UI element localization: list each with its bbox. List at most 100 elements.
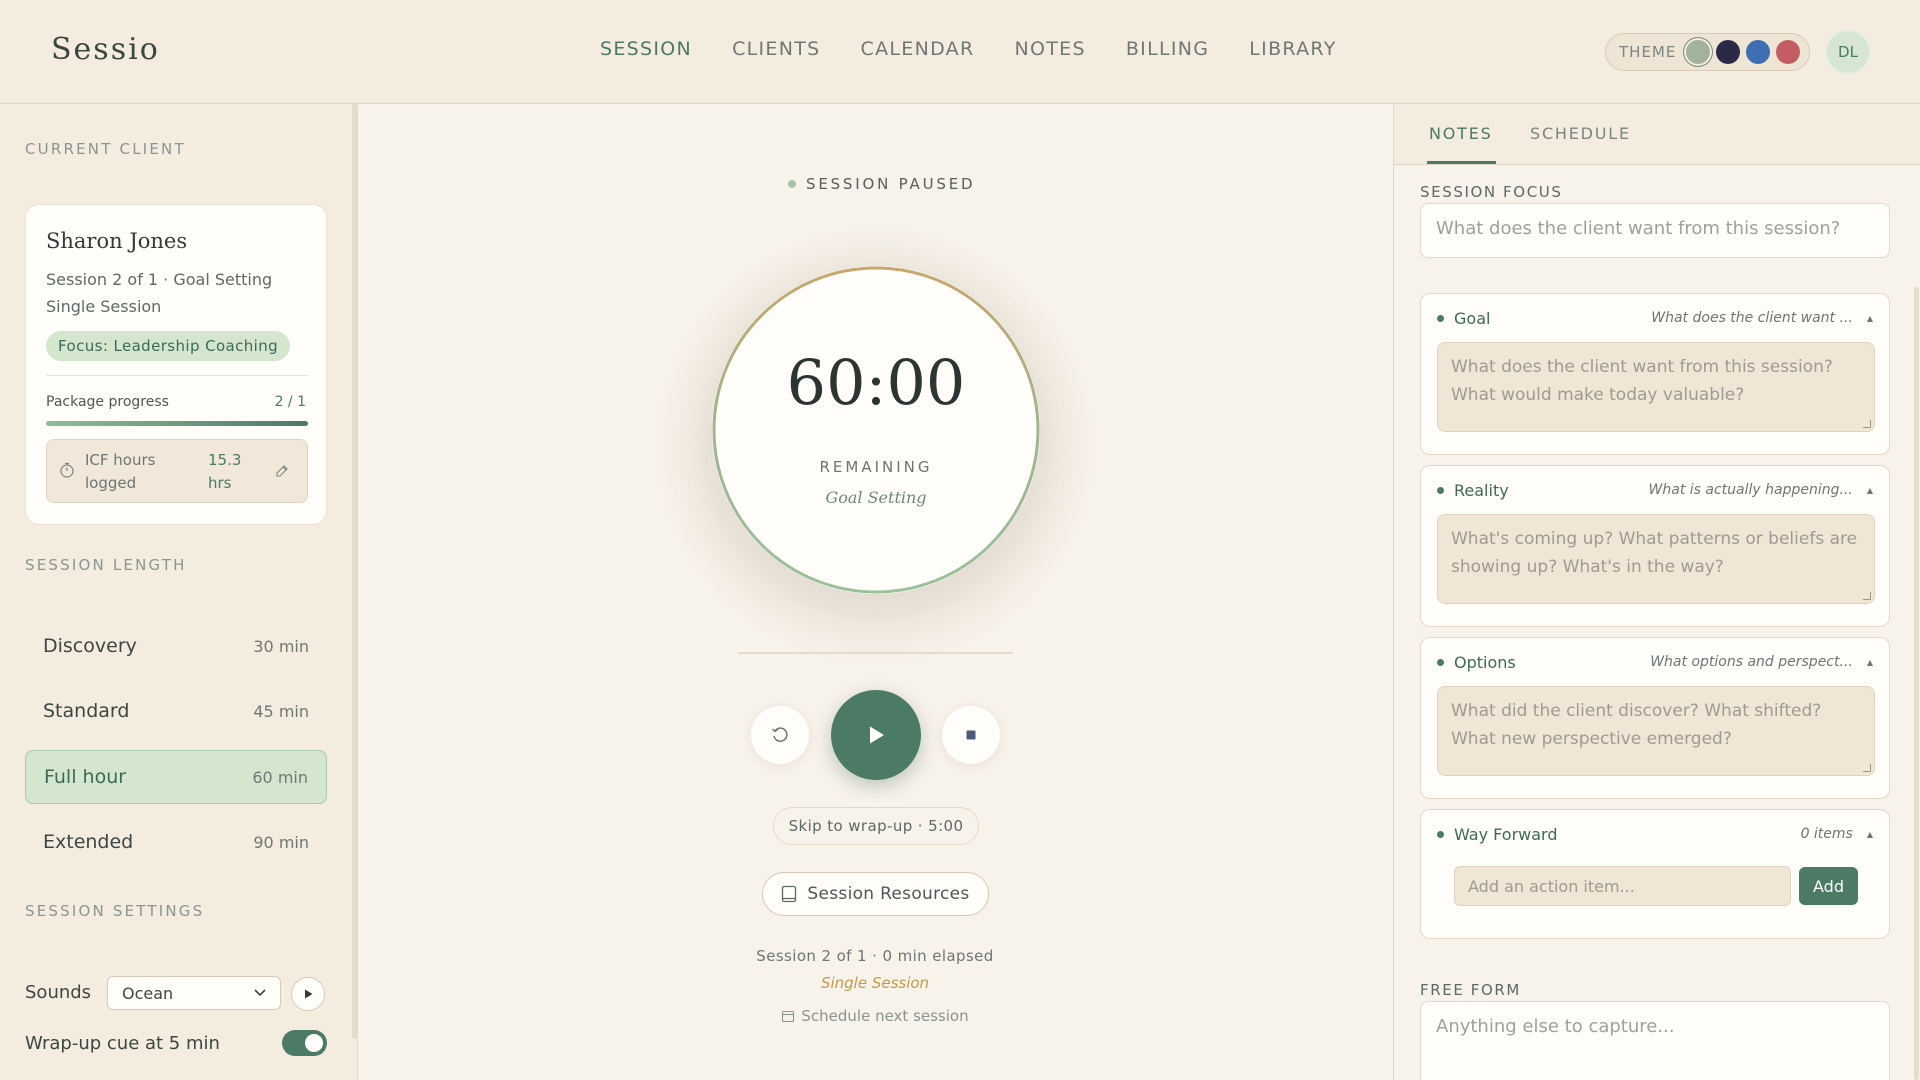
toggle-knob	[305, 1034, 323, 1052]
goal-textarea-placeholder: What does the client want from this sess…	[1451, 357, 1833, 405]
grow-card-goal: Goal What does the client want ... ▲ Wha…	[1420, 293, 1890, 455]
session-focus-label: SESSION FOCUS	[1420, 183, 1563, 201]
options-textarea-placeholder: What did the client discover? What shift…	[1451, 701, 1822, 749]
session-focus-input[interactable]: What does the client want from this sess…	[1420, 203, 1890, 258]
reality-textarea[interactable]: What's coming up? What patterns or belie…	[1437, 514, 1875, 604]
edit-icon[interactable]	[275, 464, 289, 478]
theme-swatch-blue[interactable]	[1746, 40, 1771, 64]
resize-grip-icon[interactable]	[1863, 592, 1871, 600]
left-scrollbar[interactable]	[352, 104, 357, 1039]
nav-clients[interactable]: CLIENTS	[732, 38, 820, 60]
length-name: Discovery	[43, 635, 137, 657]
length-minutes: 60 min	[252, 767, 308, 787]
reset-button[interactable]	[751, 706, 809, 764]
options-textarea[interactable]: What did the client discover? What shift…	[1437, 686, 1875, 776]
session-resources-button[interactable]: Session Resources	[762, 872, 989, 916]
theme-swatch-red[interactable]	[1776, 40, 1801, 64]
icf-hours-label: ICF hours logged	[85, 451, 156, 492]
stop-icon	[966, 730, 976, 740]
wrapup-cue-label: Wrap-up cue at 5 min	[25, 1033, 220, 1054]
length-option-extended[interactable]: Extended 90 min	[25, 815, 327, 869]
grow-card-title: Goal	[1454, 308, 1491, 328]
card-divider	[46, 375, 308, 376]
session-status-text: SESSION PAUSED	[806, 175, 976, 193]
active-tab-indicator	[1427, 161, 1496, 164]
main-nav: SESSION CLIENTS CALENDAR NOTES BILLING L…	[600, 38, 1337, 60]
length-name: Standard	[43, 700, 130, 722]
length-minutes: 45 min	[253, 701, 309, 721]
wrapup-cue-toggle[interactable]	[282, 1030, 327, 1056]
status-dot	[788, 180, 796, 188]
length-minutes: 90 min	[253, 832, 309, 852]
reality-textarea-placeholder: What's coming up? What patterns or belie…	[1451, 529, 1858, 577]
icf-hours-box: ICF hours logged 15.3 hrs	[46, 439, 308, 503]
goal-textarea[interactable]: What does the client want from this sess…	[1437, 342, 1875, 432]
action-item-input[interactable]: Add an action item...	[1454, 866, 1791, 906]
grow-card-title: Reality	[1454, 480, 1509, 500]
timer-divider	[738, 652, 1013, 654]
bullet-dot	[1437, 830, 1444, 838]
calendar-icon	[782, 1010, 795, 1023]
nav-calendar[interactable]: CALENDAR	[861, 38, 975, 60]
session-settings-title: SESSION SETTINGS	[25, 902, 205, 920]
collapse-caret-icon[interactable]: ▲	[1867, 314, 1873, 323]
theme-swatch-navy[interactable]	[1716, 40, 1741, 64]
length-minutes: 30 min	[253, 636, 309, 656]
sound-select[interactable]: Ocean	[107, 976, 281, 1010]
nav-billing[interactable]: BILLING	[1126, 38, 1209, 60]
collapse-caret-icon[interactable]: ▲	[1867, 658, 1873, 667]
tab-notes[interactable]: NOTES	[1429, 124, 1493, 143]
right-scrollbar[interactable]	[1914, 287, 1919, 1080]
add-action-button[interactable]: Add	[1799, 867, 1858, 905]
collapse-caret-icon[interactable]: ▲	[1867, 830, 1873, 839]
theme-picker: THEME	[1605, 33, 1810, 71]
length-option-standard[interactable]: Standard 45 min	[25, 684, 327, 738]
package-progress-label: Package progress	[46, 394, 169, 410]
client-card: Sharon Jones Session 2 of 1 · Goal Setti…	[25, 204, 327, 525]
grow-card-title: Options	[1454, 652, 1516, 672]
bullet-dot	[1437, 486, 1444, 494]
skip-to-wrapup-button[interactable]: Skip to wrap-up · 5:00	[773, 807, 979, 845]
package-progress-bar	[46, 421, 308, 426]
timer-session-name: Goal Setting	[825, 488, 927, 507]
session-progress-info: Session 2 of 1 · 0 min elapsed	[756, 947, 994, 965]
nav-notes[interactable]: NOTES	[1014, 38, 1085, 60]
length-name: Extended	[43, 831, 134, 853]
resize-grip-icon[interactable]	[1863, 764, 1871, 772]
tab-schedule[interactable]: SCHEDULE	[1530, 124, 1631, 143]
schedule-next-session-link[interactable]: Schedule next session	[700, 1007, 1050, 1025]
play-icon	[870, 726, 884, 744]
grow-card-header[interactable]: Goal What does the client want ... ▲	[1437, 306, 1873, 330]
nav-library[interactable]: LIBRARY	[1249, 38, 1336, 60]
client-type-line: Single Session	[46, 297, 162, 316]
grow-card-header[interactable]: Way Forward 0 items ▲	[1437, 822, 1873, 846]
client-name: Sharon Jones	[46, 229, 188, 253]
session-length-title: SESSION LENGTH	[25, 556, 187, 574]
action-item-count: 0 items	[1800, 826, 1853, 842]
session-status: SESSION PAUSED	[788, 175, 975, 193]
app-logo[interactable]: Sessio	[51, 32, 160, 67]
session-type-label: Single Session	[820, 974, 930, 992]
length-option-full-hour[interactable]: Full hour 60 min	[25, 750, 327, 804]
grow-card-hint: What is actually happening...	[1648, 482, 1853, 498]
session-resources-label: Session Resources	[807, 884, 970, 904]
sound-preview-button[interactable]	[291, 977, 325, 1011]
resize-grip-icon[interactable]	[1863, 420, 1871, 428]
user-avatar[interactable]: DL	[1825, 29, 1871, 75]
grow-card-options: Options What options and perspect... ▲ W…	[1420, 637, 1890, 799]
session-timer: 60:00 REMAINING Goal Setting	[712, 266, 1040, 594]
sound-select-value: Ocean	[122, 983, 174, 1003]
top-header: Sessio SESSION CLIENTS CALENDAR NOTES BI…	[0, 0, 1920, 104]
nav-session[interactable]: SESSION	[600, 38, 692, 60]
theme-swatch-sage[interactable]	[1686, 40, 1711, 64]
grow-card-header[interactable]: Options What options and perspect... ▲	[1437, 650, 1873, 674]
stop-button[interactable]	[942, 706, 1000, 764]
timer-remaining-label: REMAINING	[819, 458, 933, 476]
length-option-discovery[interactable]: Discovery 30 min	[25, 619, 327, 673]
grow-card-header[interactable]: Reality What is actually happening... ▲	[1437, 478, 1873, 502]
reset-icon	[771, 727, 788, 742]
play-button[interactable]	[831, 690, 921, 780]
stopwatch-icon	[60, 462, 74, 478]
collapse-caret-icon[interactable]: ▲	[1867, 486, 1873, 495]
free-form-textarea[interactable]: Anything else to capture...	[1420, 1001, 1890, 1080]
